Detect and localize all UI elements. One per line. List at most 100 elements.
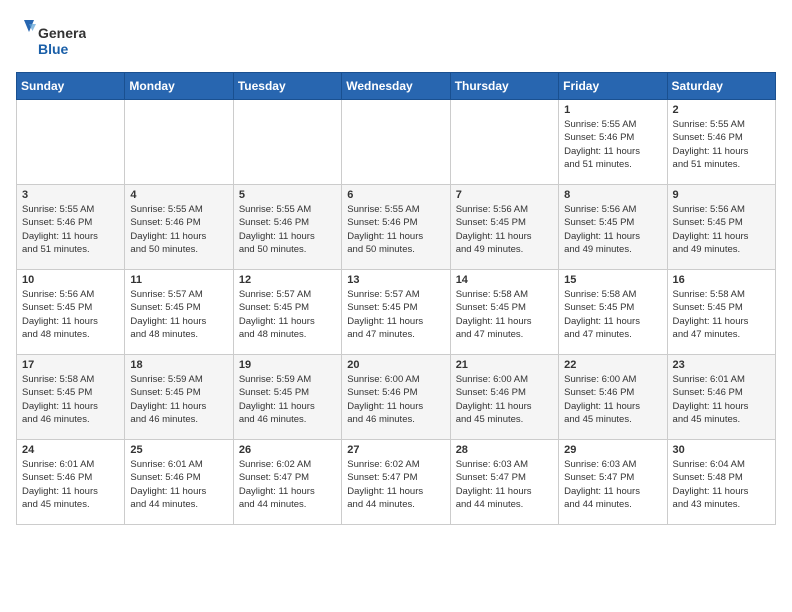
calendar-cell: 27Sunrise: 6:02 AM Sunset: 5:47 PM Dayli… bbox=[342, 440, 450, 525]
calendar-cell: 14 Sunrise: 5:58 AM Sunset: 5:45 PM Dayli… bbox=[450, 270, 558, 355]
week-row-5: 24 Sunrise: 6:01 AM Sunset: 5:46 PM Dayli… bbox=[17, 440, 776, 525]
day-info: Sunrise: 6:02 AM Sunset: 5:47 PM Dayligh… bbox=[239, 458, 336, 511]
week-row-2: 3 Sunrise: 5:55 AM Sunset: 5:46 PM Daylig… bbox=[17, 185, 776, 270]
day-number: 26 bbox=[239, 444, 336, 456]
day-number: 22 bbox=[564, 359, 661, 371]
day-number: 24 bbox=[22, 444, 119, 456]
calendar-cell: 20 Sunrise: 6:00 AM Sunset: 5:46 PM Dayli… bbox=[342, 355, 450, 440]
day-info: Sunrise: 5:59 AM Sunset: 5:45 PM Dayligh… bbox=[239, 373, 336, 426]
day-number: 1 bbox=[564, 104, 661, 116]
day-number: 14 bbox=[456, 274, 553, 286]
day-info: Sunrise: 6:01 AM Sunset: 5:46 PM Dayligh… bbox=[673, 373, 770, 426]
calendar-cell bbox=[450, 100, 558, 185]
calendar-cell: 30 Sunrise: 6:04 AM Sunset: 5:48 PM Dayli… bbox=[667, 440, 775, 525]
logo-svg: General Blue bbox=[16, 16, 86, 64]
day-info: Sunrise: 5:55 AM Sunset: 5:46 PM Dayligh… bbox=[130, 203, 227, 256]
calendar-cell: 9 Sunrise: 5:56 AM Sunset: 5:45 PM Daylig… bbox=[667, 185, 775, 270]
svg-text:Blue: Blue bbox=[38, 41, 69, 57]
day-number: 17 bbox=[22, 359, 119, 371]
day-number: 21 bbox=[456, 359, 553, 371]
day-info: Sunrise: 5:57 AM Sunset: 5:45 PM Dayligh… bbox=[239, 288, 336, 341]
day-number: 4 bbox=[130, 189, 227, 201]
week-row-3: 10 Sunrise: 5:56 AM Sunset: 5:45 PM Dayli… bbox=[17, 270, 776, 355]
calendar-cell: 11 Sunrise: 5:57 AM Sunset: 5:45 PM Dayli… bbox=[125, 270, 233, 355]
weekday-header-friday: Friday bbox=[559, 73, 667, 100]
page-header: General Blue bbox=[16, 16, 776, 64]
weekday-header-tuesday: Tuesday bbox=[233, 73, 341, 100]
day-info: Sunrise: 5:56 AM Sunset: 5:45 PM Dayligh… bbox=[673, 203, 770, 256]
calendar-cell: 8 Sunrise: 5:56 AM Sunset: 5:45 PM Daylig… bbox=[559, 185, 667, 270]
day-info: Sunrise: 5:58 AM Sunset: 5:45 PM Dayligh… bbox=[456, 288, 553, 341]
day-number: 3 bbox=[22, 189, 119, 201]
day-info: Sunrise: 5:58 AM Sunset: 5:45 PM Dayligh… bbox=[22, 373, 119, 426]
logo: General Blue bbox=[16, 16, 86, 64]
day-number: 7 bbox=[456, 189, 553, 201]
weekday-header-row: SundayMondayTuesdayWednesdayThursdayFrid… bbox=[17, 73, 776, 100]
day-number: 5 bbox=[239, 189, 336, 201]
calendar-cell bbox=[17, 100, 125, 185]
weekday-header-sunday: Sunday bbox=[17, 73, 125, 100]
svg-text:General: General bbox=[38, 25, 86, 41]
day-number: 10 bbox=[22, 274, 119, 286]
day-number: 16 bbox=[673, 274, 770, 286]
day-number: 23 bbox=[673, 359, 770, 371]
day-info: Sunrise: 5:55 AM Sunset: 5:46 PM Dayligh… bbox=[347, 203, 444, 256]
calendar-cell: 1Sunrise: 5:55 AM Sunset: 5:46 PM Daylig… bbox=[559, 100, 667, 185]
calendar-cell: 24Sunrise: 6:01 AM Sunset: 5:46 PM Dayli… bbox=[17, 440, 125, 525]
calendar-cell: 19 Sunrise: 5:59 AM Sunset: 5:45 PM Dayli… bbox=[233, 355, 341, 440]
day-info: Sunrise: 6:03 AM Sunset: 5:47 PM Dayligh… bbox=[456, 458, 553, 511]
calendar-cell: 21 Sunrise: 6:00 AM Sunset: 5:46 PM Dayli… bbox=[450, 355, 558, 440]
calendar-cell: 3 Sunrise: 5:55 AM Sunset: 5:46 PM Daylig… bbox=[17, 185, 125, 270]
calendar-cell: 18Sunrise: 5:59 AM Sunset: 5:45 PM Dayli… bbox=[125, 355, 233, 440]
week-row-4: 17 Sunrise: 5:58 AM Sunset: 5:45 PM Dayli… bbox=[17, 355, 776, 440]
calendar-cell: 12 Sunrise: 5:57 AM Sunset: 5:45 PM Dayli… bbox=[233, 270, 341, 355]
day-info: Sunrise: 6:02 AM Sunset: 5:47 PM Dayligh… bbox=[347, 458, 444, 511]
day-info: Sunrise: 5:56 AM Sunset: 5:45 PM Dayligh… bbox=[22, 288, 119, 341]
day-number: 6 bbox=[347, 189, 444, 201]
day-number: 15 bbox=[564, 274, 661, 286]
calendar-cell: 22Sunrise: 6:00 AM Sunset: 5:46 PM Dayli… bbox=[559, 355, 667, 440]
day-number: 9 bbox=[673, 189, 770, 201]
day-info: Sunrise: 6:00 AM Sunset: 5:46 PM Dayligh… bbox=[456, 373, 553, 426]
day-info: Sunrise: 5:58 AM Sunset: 5:45 PM Dayligh… bbox=[564, 288, 661, 341]
day-info: Sunrise: 5:55 AM Sunset: 5:46 PM Dayligh… bbox=[239, 203, 336, 256]
day-number: 28 bbox=[456, 444, 553, 456]
day-info: Sunrise: 6:04 AM Sunset: 5:48 PM Dayligh… bbox=[673, 458, 770, 511]
calendar-cell: 10 Sunrise: 5:56 AM Sunset: 5:45 PM Dayli… bbox=[17, 270, 125, 355]
day-info: Sunrise: 6:01 AM Sunset: 5:46 PM Dayligh… bbox=[130, 458, 227, 511]
day-number: 25 bbox=[130, 444, 227, 456]
weekday-header-monday: Monday bbox=[125, 73, 233, 100]
weekday-header-thursday: Thursday bbox=[450, 73, 558, 100]
day-info: Sunrise: 5:55 AM Sunset: 5:46 PM Dayligh… bbox=[673, 118, 770, 171]
calendar-cell: 25 Sunrise: 6:01 AM Sunset: 5:46 PM Dayli… bbox=[125, 440, 233, 525]
calendar-cell: 2 Sunrise: 5:55 AM Sunset: 5:46 PM Daylig… bbox=[667, 100, 775, 185]
day-number: 2 bbox=[673, 104, 770, 116]
day-info: Sunrise: 5:56 AM Sunset: 5:45 PM Dayligh… bbox=[564, 203, 661, 256]
day-info: Sunrise: 6:00 AM Sunset: 5:46 PM Dayligh… bbox=[347, 373, 444, 426]
calendar-cell: 28 Sunrise: 6:03 AM Sunset: 5:47 PM Dayli… bbox=[450, 440, 558, 525]
day-number: 12 bbox=[239, 274, 336, 286]
day-number: 20 bbox=[347, 359, 444, 371]
day-number: 13 bbox=[347, 274, 444, 286]
day-number: 8 bbox=[564, 189, 661, 201]
day-number: 19 bbox=[239, 359, 336, 371]
day-info: Sunrise: 6:03 AM Sunset: 5:47 PM Dayligh… bbox=[564, 458, 661, 511]
weekday-header-saturday: Saturday bbox=[667, 73, 775, 100]
calendar-cell: 6 Sunrise: 5:55 AM Sunset: 5:46 PM Daylig… bbox=[342, 185, 450, 270]
calendar-cell: 7Sunrise: 5:56 AM Sunset: 5:45 PM Daylig… bbox=[450, 185, 558, 270]
calendar-cell: 15 Sunrise: 5:58 AM Sunset: 5:45 PM Dayli… bbox=[559, 270, 667, 355]
calendar-table: SundayMondayTuesdayWednesdayThursdayFrid… bbox=[16, 72, 776, 525]
day-number: 18 bbox=[130, 359, 227, 371]
day-number: 30 bbox=[673, 444, 770, 456]
calendar-cell bbox=[342, 100, 450, 185]
calendar-cell: 29 Sunrise: 6:03 AM Sunset: 5:47 PM Dayli… bbox=[559, 440, 667, 525]
day-number: 11 bbox=[130, 274, 227, 286]
calendar-cell bbox=[233, 100, 341, 185]
calendar-cell: 26 Sunrise: 6:02 AM Sunset: 5:47 PM Dayli… bbox=[233, 440, 341, 525]
calendar-cell: 23 Sunrise: 6:01 AM Sunset: 5:46 PM Dayli… bbox=[667, 355, 775, 440]
calendar-cell: 13Sunrise: 5:57 AM Sunset: 5:45 PM Dayli… bbox=[342, 270, 450, 355]
day-number: 29 bbox=[564, 444, 661, 456]
calendar-cell: 4 Sunrise: 5:55 AM Sunset: 5:46 PM Daylig… bbox=[125, 185, 233, 270]
day-info: Sunrise: 5:57 AM Sunset: 5:45 PM Dayligh… bbox=[130, 288, 227, 341]
day-info: Sunrise: 5:55 AM Sunset: 5:46 PM Dayligh… bbox=[22, 203, 119, 256]
